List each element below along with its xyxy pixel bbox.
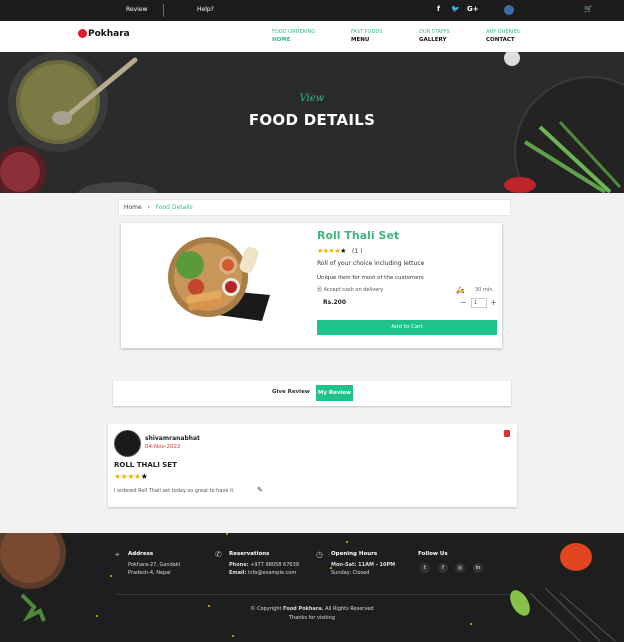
hero-subtitle: View (299, 93, 325, 104)
review-title: ROLL THALI SET (114, 461, 177, 469)
review-rating-stars: ★★★★★ (114, 472, 148, 481)
trash-icon[interactable] (504, 430, 510, 437)
review-link[interactable]: Review (126, 6, 147, 13)
phone-number[interactable]: +977 98058 67639 (250, 562, 299, 568)
user-icon[interactable] (504, 5, 514, 15)
copyright-brand: Food Pokhara. (283, 606, 324, 612)
review-tabs: Give Review My Review (113, 381, 511, 406)
instagram-icon[interactable]: ◎ (455, 563, 465, 573)
footer-divider (116, 594, 508, 595)
footer: ⌖ Address Pokhara-27, Gandaki Pradesh-4,… (0, 533, 624, 642)
facebook-icon[interactable]: f (438, 563, 448, 573)
breadcrumb: Home › Food Details (118, 199, 511, 216)
payment-label: Accept cash on delivery (323, 287, 384, 293)
tab-give-review[interactable]: Give Review (272, 389, 310, 395)
star-empty-icon: ★ (340, 247, 346, 255)
chevron-right-icon: › (147, 204, 150, 211)
nav-label: GALLERY (419, 37, 447, 43)
product-price: Rs.200 (323, 299, 346, 306)
product-image (168, 237, 270, 321)
address-line: Pradesh-4, Nepal (128, 570, 171, 576)
facebook-icon[interactable]: f (437, 5, 440, 13)
top-bar: Review Help? f 🐦 G+ 🛒 (0, 0, 624, 21)
nav-item-menu[interactable]: FAST FOODS MENU (351, 28, 382, 44)
footer-heading: Address (128, 551, 154, 557)
nav-label: HOME (272, 37, 291, 43)
hours-line: Sunday: Closed (331, 570, 370, 576)
footer-heading: Opening Hours (331, 551, 378, 557)
footer-follow: Follow Us (418, 550, 448, 561)
cash-icon: 🗐 (317, 287, 322, 293)
email-label: Email: (229, 570, 247, 576)
review-text: I ordered Roll Thali set today so great … (114, 488, 235, 494)
nav-item-home[interactable]: FOOD ORDERING HOME (272, 28, 315, 44)
rating-count: (1 ) (352, 248, 363, 255)
copyright-text: All Rights Reserved (325, 606, 374, 612)
footer-reservations: Reservations Phone: +977 98058 67639 Ema… (229, 550, 299, 577)
help-link[interactable]: Help? (197, 6, 214, 13)
nav-sub: FAST FOODS (351, 29, 383, 35)
reviewer-name: shivamranabhat (145, 435, 200, 442)
thanks-text: Thanks for visiting (288, 615, 336, 621)
quantity-decrease-button[interactable]: − (460, 299, 467, 307)
star-icon: ★★★★ (114, 472, 141, 481)
phone-label: Phone: (229, 562, 249, 568)
product-description: Roll of your choice including lettuce (317, 260, 425, 267)
breadcrumb-home[interactable]: Home (124, 204, 142, 211)
nav-item-contact[interactable]: ANY QUERIES CONTACT (486, 28, 520, 44)
nav-sub: FOOD ORDERING (272, 29, 316, 35)
twitter-icon[interactable]: t (420, 563, 430, 573)
product-rating-stars: ★★★★★ (317, 247, 346, 255)
google-plus-icon[interactable]: G+ (467, 5, 479, 13)
phone-icon: ✆ (215, 550, 222, 559)
nav-sub: OUR STAFFS (419, 29, 450, 35)
page-title: FOOD DETAILS (248, 111, 376, 129)
nav-sub: ANY QUERIES (486, 29, 520, 35)
cart-icon[interactable]: 🛒 (584, 5, 593, 13)
add-to-cart-button[interactable]: Add to Cart (317, 320, 497, 335)
copyright-text: © Copyright (250, 606, 282, 612)
logo-badge (78, 29, 87, 38)
footer-heading: Reservations (229, 551, 270, 557)
breadcrumb-current: Food Details (155, 204, 193, 211)
star-icon: ★★★★ (317, 247, 341, 255)
divider (163, 4, 164, 17)
logo[interactable]: Pokhara (78, 29, 130, 39)
review-date: 04-Nov-2022 (145, 444, 181, 450)
star-empty-icon: ★ (140, 472, 148, 481)
delivery-time: 30 min. (475, 287, 494, 293)
email-address[interactable]: info@example.com (248, 570, 296, 576)
main-nav: Pokhara FOOD ORDERING HOME FAST FOODS MENU… (0, 21, 624, 52)
copyright: © Copyright Food Pokhara. All Rights Res… (0, 605, 624, 623)
footer-address: Address Pokhara-27, Gandaki Pradesh-4, N… (128, 550, 180, 577)
linkedin-icon[interactable]: in (473, 563, 483, 573)
brand-name: Pokhara (88, 29, 130, 39)
avatar (114, 430, 141, 457)
hero-banner: View FOOD DETAILS (0, 52, 624, 193)
nav-label: CONTACT (486, 37, 515, 43)
product-note: Unique item for most of the customers (317, 275, 424, 281)
nav-item-gallery[interactable]: OUR STAFFS GALLERY (419, 28, 450, 44)
twitter-icon[interactable]: 🐦 (451, 5, 460, 13)
delivery-bike-icon: 🛵 (456, 286, 465, 294)
location-icon: ⌖ (115, 550, 120, 559)
tab-my-review[interactable]: My Review (316, 385, 353, 401)
footer-hours: Opening Hours Mon-Sat: 11AM - 10PM Sunda… (331, 550, 395, 577)
edit-icon[interactable]: ✎ (257, 486, 263, 494)
review-card: shivamranabhat 04-Nov-2022 ROLL THALI SE… (108, 424, 517, 507)
quantity-increase-button[interactable]: + (490, 299, 497, 307)
footer-heading: Follow Us (418, 551, 448, 557)
payment-info: 🗐 Accept cash on delivery (317, 287, 383, 295)
quantity-input[interactable] (471, 298, 487, 308)
address-line: Pokhara-27, Gandaki (128, 562, 181, 568)
product-card: Roll Thali Set ★★★★★ (1 ) Roll of your c… (121, 223, 502, 348)
clock-icon: ◷ (316, 550, 323, 559)
nav-label: MENU (351, 37, 370, 43)
footer-decoration (0, 533, 616, 642)
hours-line: Mon-Sat: 11AM - 10PM (331, 562, 396, 568)
product-name: Roll Thali Set (317, 229, 400, 242)
